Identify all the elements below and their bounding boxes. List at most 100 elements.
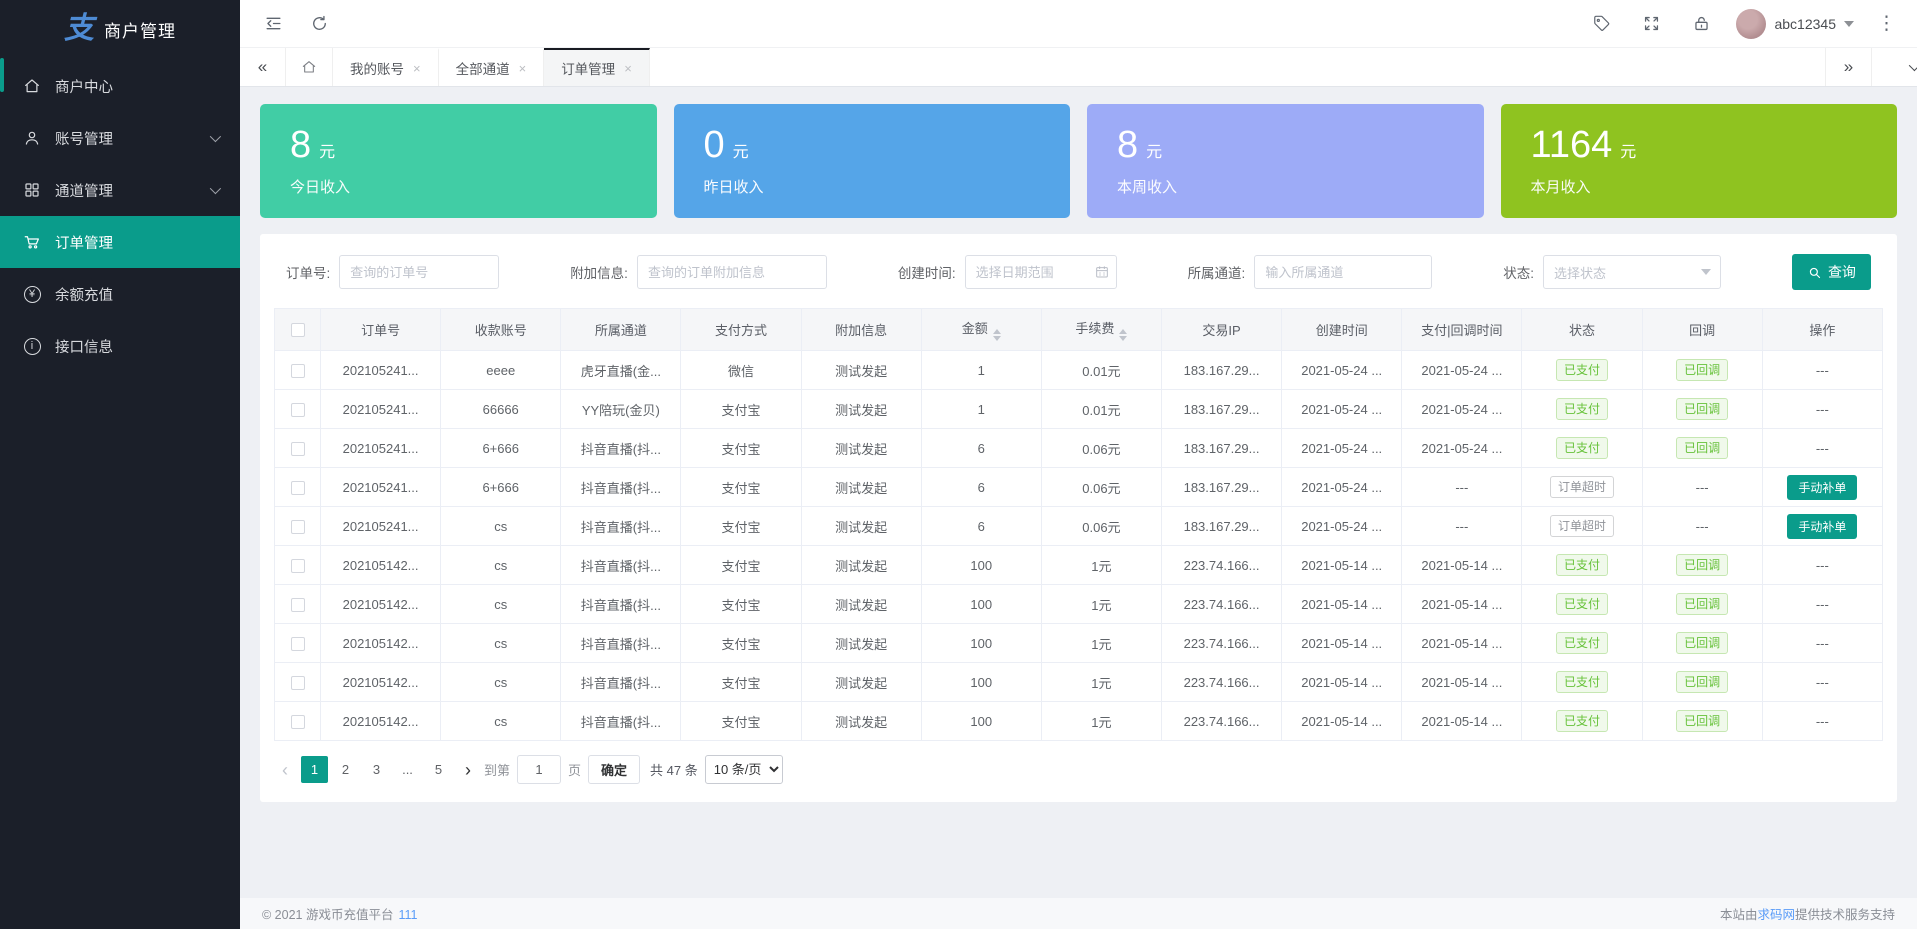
cell-pay-method: 微信	[681, 351, 801, 390]
next-page-button[interactable]: ›	[459, 761, 477, 779]
close-icon[interactable]: ×	[519, 61, 527, 76]
sidebar-item[interactable]: ¥ 余额充值	[0, 268, 240, 320]
action-cell[interactable]: 手动补单	[1787, 475, 1857, 500]
stat-value: 8	[1117, 124, 1138, 168]
refresh-button[interactable]	[304, 9, 334, 39]
table-row: 202105142... cs 抖音直播(抖... 支付宝 测试发起 100 1…	[275, 663, 1883, 702]
stat-card: 0 元 昨日收入	[674, 104, 1071, 218]
action-cell: ---	[1816, 636, 1829, 651]
lock-icon	[1692, 14, 1711, 33]
cell-channel: 抖音直播(抖...	[561, 585, 681, 624]
tab[interactable]: 我的账号 ×	[333, 48, 439, 86]
prev-page-button[interactable]: ‹	[276, 761, 294, 779]
copyright-link[interactable]: 111	[398, 908, 417, 922]
cell-ip: 223.74.166...	[1161, 663, 1281, 702]
tag-button[interactable]	[1586, 9, 1616, 39]
page-button[interactable]: 3	[363, 756, 390, 783]
callback-badge: 已回调	[1676, 437, 1728, 459]
action-cell: ---	[1816, 714, 1829, 729]
support-link[interactable]: 求码网	[1757, 908, 1795, 922]
close-icon[interactable]: ×	[624, 61, 632, 76]
search-button[interactable]: 查询	[1792, 254, 1871, 290]
callback-badge: ---	[1696, 519, 1709, 534]
collapse-sidebar-button[interactable]	[258, 9, 288, 39]
fullscreen-button[interactable]	[1636, 9, 1666, 39]
sidebar-item[interactable]: i 接口信息	[0, 320, 240, 372]
sidebar-item[interactable]: 订单管理	[0, 216, 240, 268]
stat-label: 本周收入	[1117, 176, 1484, 197]
confirm-button[interactable]: 确定	[588, 755, 640, 784]
cell-amount: 100	[921, 624, 1041, 663]
sidebar-scrollbar-thumb[interactable]	[0, 58, 4, 92]
cell-paid-time: 2021-05-14 ...	[1402, 585, 1522, 624]
select-all-checkbox[interactable]	[291, 323, 305, 337]
cell-paid-time: 2021-05-24 ...	[1402, 351, 1522, 390]
page-size-select[interactable]: 10 条/页	[705, 755, 783, 784]
goto-page-input[interactable]	[517, 755, 561, 784]
user-icon	[22, 128, 42, 148]
order-no-label: 订单号:	[286, 262, 330, 282]
row-checkbox[interactable]	[291, 559, 305, 573]
cell-extra: 测试发起	[801, 429, 921, 468]
tab[interactable]: 订单管理 ×	[544, 48, 650, 86]
row-checkbox[interactable]	[291, 715, 305, 729]
row-checkbox[interactable]	[291, 598, 305, 612]
status-select[interactable]: 选择状态	[1543, 255, 1721, 289]
extra-info-input[interactable]	[637, 255, 827, 289]
cell-paid-time: 2021-05-14 ...	[1402, 624, 1522, 663]
sidebar-item[interactable]: 商户中心	[0, 60, 240, 112]
close-icon[interactable]: ×	[413, 61, 421, 76]
home-tab[interactable]	[286, 48, 333, 86]
app-title: 商户管理	[104, 17, 176, 42]
cell-ip: 183.167.29...	[1161, 468, 1281, 507]
callback-badge: 已回调	[1676, 398, 1728, 420]
copyright: © 2021 游戏币充值平台111	[262, 904, 417, 923]
row-checkbox[interactable]	[291, 520, 305, 534]
column-header: 手续费	[1041, 309, 1161, 351]
more-menu-button[interactable]: ⋮	[1874, 14, 1899, 33]
row-checkbox[interactable]	[291, 403, 305, 417]
username: abc12345	[1774, 16, 1836, 32]
tab-options-button[interactable]	[1871, 48, 1917, 86]
user-menu[interactable]: abc12345	[1736, 9, 1854, 39]
table-row: 202105142... cs 抖音直播(抖... 支付宝 测试发起 100 1…	[275, 585, 1883, 624]
page-button[interactable]: 5	[425, 756, 452, 783]
cell-created: 2021-05-14 ...	[1282, 702, 1402, 741]
tab-label: 全部通道	[456, 58, 510, 78]
status-badge: 已支付	[1556, 710, 1608, 732]
logo-icon: 支	[64, 14, 94, 44]
channel-label: 所属通道:	[1188, 262, 1246, 282]
page-button[interactable]: 1	[301, 756, 328, 783]
page-button[interactable]: 2	[332, 756, 359, 783]
table-row: 202105142... cs 抖音直播(抖... 支付宝 测试发起 100 1…	[275, 546, 1883, 585]
tab[interactable]: 全部通道 ×	[439, 48, 545, 86]
sidebar-item[interactable]: 账号管理	[0, 112, 240, 164]
cell-extra: 测试发起	[801, 624, 921, 663]
row-checkbox[interactable]	[291, 364, 305, 378]
column-header: 操作	[1762, 309, 1882, 351]
order-no-input[interactable]	[339, 255, 499, 289]
scroll-tabs-left-button[interactable]: «	[240, 48, 286, 86]
channel-input[interactable]	[1254, 255, 1432, 289]
scroll-tabs-right-button[interactable]: »	[1825, 48, 1871, 86]
sidebar-item[interactable]: 通道管理	[0, 164, 240, 216]
table-row: 202105241... 6+666 抖音直播(抖... 支付宝 测试发起 6 …	[275, 468, 1883, 507]
cell-created: 2021-05-24 ...	[1282, 390, 1402, 429]
row-checkbox[interactable]	[291, 442, 305, 456]
status-label: 状态:	[1503, 262, 1534, 282]
row-checkbox[interactable]	[291, 481, 305, 495]
lock-button[interactable]	[1686, 9, 1716, 39]
tab-label: 我的账号	[350, 58, 404, 78]
avatar[interactable]	[1736, 9, 1766, 39]
sort-icon[interactable]	[1119, 329, 1127, 341]
stat-label: 昨日收入	[704, 176, 1071, 197]
page-button[interactable]: ...	[394, 756, 421, 783]
cell-channel: 抖音直播(抖...	[561, 507, 681, 546]
sort-icon[interactable]	[993, 329, 1001, 341]
pagination: ‹ 1 2 3 ... 5 ›	[276, 755, 1881, 784]
action-cell[interactable]: 手动补单	[1787, 514, 1857, 539]
row-checkbox[interactable]	[291, 637, 305, 651]
row-checkbox[interactable]	[291, 676, 305, 690]
cell-channel: 虎牙直播(金...	[561, 351, 681, 390]
cell-order-no: 202105241...	[321, 468, 441, 507]
